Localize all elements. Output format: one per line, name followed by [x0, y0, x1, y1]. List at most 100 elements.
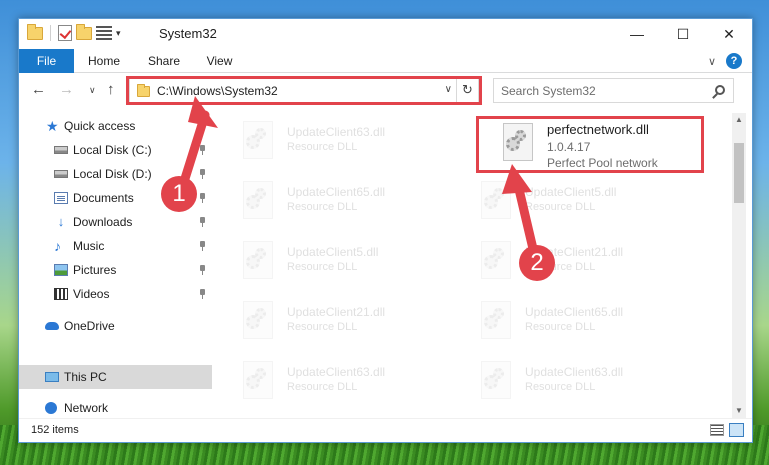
sidebar-item-local-disk-c[interactable]: Local Disk (C:) — [19, 139, 212, 161]
sidebar-item-onedrive[interactable]: OneDrive — [19, 315, 212, 337]
ribbon-tabs: File Home Share View ∨ ? — [19, 49, 752, 73]
toolbar-divider — [50, 25, 51, 41]
sidebar-item-downloads[interactable]: ↓ Downloads — [19, 211, 212, 233]
maximize-button[interactable]: ☐ — [660, 19, 706, 49]
star-icon: ★ — [46, 118, 59, 134]
address-row: ← → ∨ ↑ C:\Windows\System32 ∨ ↻ Search S… — [19, 74, 752, 106]
search-icon[interactable] — [715, 85, 725, 95]
list-item[interactable]: UpdateClient63.dll Resource DLL — [219, 117, 449, 165]
dll-file-icon — [477, 301, 517, 341]
recent-locations-icon[interactable]: ∨ — [89, 85, 96, 96]
pin-icon[interactable] — [199, 169, 206, 179]
file-name: UpdateClient65.dll — [525, 305, 624, 319]
window-title: System32 — [159, 26, 217, 41]
list-item[interactable]: UpdateClient63.dll Resource DLL — [219, 357, 449, 405]
list-item[interactable]: UpdateClient21.dll Resource DLL — [457, 237, 687, 285]
music-icon: ♪ — [54, 238, 61, 254]
drive-icon — [54, 146, 68, 154]
computer-icon — [45, 372, 59, 382]
file-description: Resource DLL — [287, 261, 358, 273]
callout-step-1: 1 — [161, 176, 197, 212]
sidebar-item-label: Local Disk (D:) — [73, 167, 152, 181]
dll-file-icon — [477, 241, 517, 281]
sidebar-item-network[interactable]: Network — [19, 397, 212, 419]
new-folder-icon[interactable] — [76, 23, 92, 40]
pin-icon[interactable] — [199, 217, 206, 227]
pin-icon[interactable] — [199, 289, 206, 299]
file-description: Resource DLL — [287, 321, 358, 333]
sidebar-item-label: This PC — [64, 370, 107, 384]
dll-file-icon — [239, 361, 279, 401]
pictures-icon — [54, 264, 68, 276]
customize-toolbar-icon[interactable]: ▾ — [116, 28, 121, 39]
file-description: Resource DLL — [287, 141, 358, 153]
search-placeholder: Search System32 — [501, 84, 596, 98]
sidebar-item-music[interactable]: ♪ Music — [19, 235, 212, 257]
documents-icon — [54, 192, 68, 204]
pin-icon[interactable] — [199, 265, 206, 275]
dll-file-icon — [239, 241, 279, 281]
close-button[interactable]: ✕ — [706, 19, 752, 49]
folder-icon[interactable] — [27, 23, 43, 40]
sidebar-item-label: OneDrive — [64, 319, 115, 333]
large-icons-view-icon[interactable] — [729, 423, 744, 437]
address-highlight-box — [126, 76, 482, 105]
sidebar-item-label: Network — [64, 401, 109, 415]
sidebar-item-label: Downloads — [73, 215, 133, 229]
file-name: UpdateClient5.dll — [525, 185, 617, 199]
pin-icon[interactable] — [199, 193, 206, 203]
file-description: Resource DLL — [525, 201, 596, 213]
tab-file[interactable]: File — [19, 49, 74, 73]
properties-icon[interactable] — [96, 26, 112, 40]
videos-icon — [54, 288, 68, 300]
file-name: UpdateClient63.dll — [525, 365, 624, 379]
sidebar-item-pictures[interactable]: Pictures — [19, 259, 212, 281]
explorer-window: ▾ System32 — ☐ ✕ File Home Share View ∨ … — [18, 18, 753, 443]
sidebar-item-quick-access[interactable]: ★ Quick access — [19, 115, 212, 137]
title-bar: ▾ System32 — ☐ ✕ — [19, 19, 752, 49]
scroll-up-icon[interactable]: ▲ — [732, 113, 746, 127]
file-description: Resource DLL — [525, 321, 596, 333]
file-description: Resource DLL — [287, 381, 358, 393]
file-name: UpdateClient63.dll — [287, 125, 386, 139]
pin-icon[interactable] — [199, 241, 206, 251]
minimize-button[interactable]: — — [614, 19, 660, 49]
tab-view[interactable]: View — [197, 49, 242, 73]
properties-check-icon[interactable] — [58, 25, 72, 41]
list-item[interactable]: UpdateClient21.dll Resource DLL — [219, 297, 449, 345]
back-arrow-icon[interactable]: ← — [31, 81, 46, 98]
list-item[interactable]: UpdateClient65.dll Resource DLL — [457, 297, 687, 345]
sidebar-item-label: Videos — [73, 287, 110, 301]
sidebar-item-this-pc[interactable]: This PC — [19, 365, 212, 389]
downloads-icon: ↓ — [57, 214, 65, 229]
details-view-icon[interactable] — [710, 424, 724, 436]
sidebar-item-videos[interactable]: Videos — [19, 283, 212, 305]
up-arrow-icon[interactable]: ↑ — [107, 81, 115, 98]
list-item[interactable]: UpdateClient65.dll Resource DLL — [219, 177, 449, 225]
file-name: UpdateClient5.dll — [287, 245, 379, 259]
file-highlight-box — [476, 116, 704, 173]
sidebar-item-label: Music — [73, 239, 105, 253]
sidebar-item-label: Quick access — [64, 119, 136, 133]
file-description: Resource DLL — [287, 201, 358, 213]
expand-ribbon-icon[interactable]: ∨ — [708, 55, 716, 68]
help-icon[interactable]: ? — [726, 53, 742, 69]
forward-arrow-icon[interactable]: → — [59, 81, 74, 98]
list-item[interactable]: UpdateClient63.dll Resource DLL — [457, 357, 687, 405]
list-item[interactable]: UpdateClient5.dll Resource DLL — [457, 177, 687, 225]
scroll-thumb[interactable] — [734, 143, 744, 203]
status-bar: 152 items — [19, 418, 752, 442]
file-name: UpdateClient21.dll — [287, 305, 386, 319]
list-item[interactable]: UpdateClient5.dll Resource DLL — [219, 237, 449, 285]
vertical-scrollbar[interactable]: ▲ ▼ — [732, 113, 746, 418]
window-controls: — ☐ ✕ — [614, 19, 752, 49]
sidebar-item-label: Pictures — [73, 263, 117, 277]
scroll-down-icon[interactable]: ▼ — [732, 404, 746, 418]
navigation-pane: ★ Quick access Local Disk (C:) Local Dis… — [19, 113, 212, 415]
callout-step-2: 2 — [519, 245, 555, 281]
search-input[interactable]: Search System32 — [493, 78, 734, 103]
tab-home[interactable]: Home — [79, 49, 129, 73]
item-count: 152 items — [31, 424, 79, 436]
pin-icon[interactable] — [199, 145, 206, 155]
tab-share[interactable]: Share — [139, 49, 189, 73]
